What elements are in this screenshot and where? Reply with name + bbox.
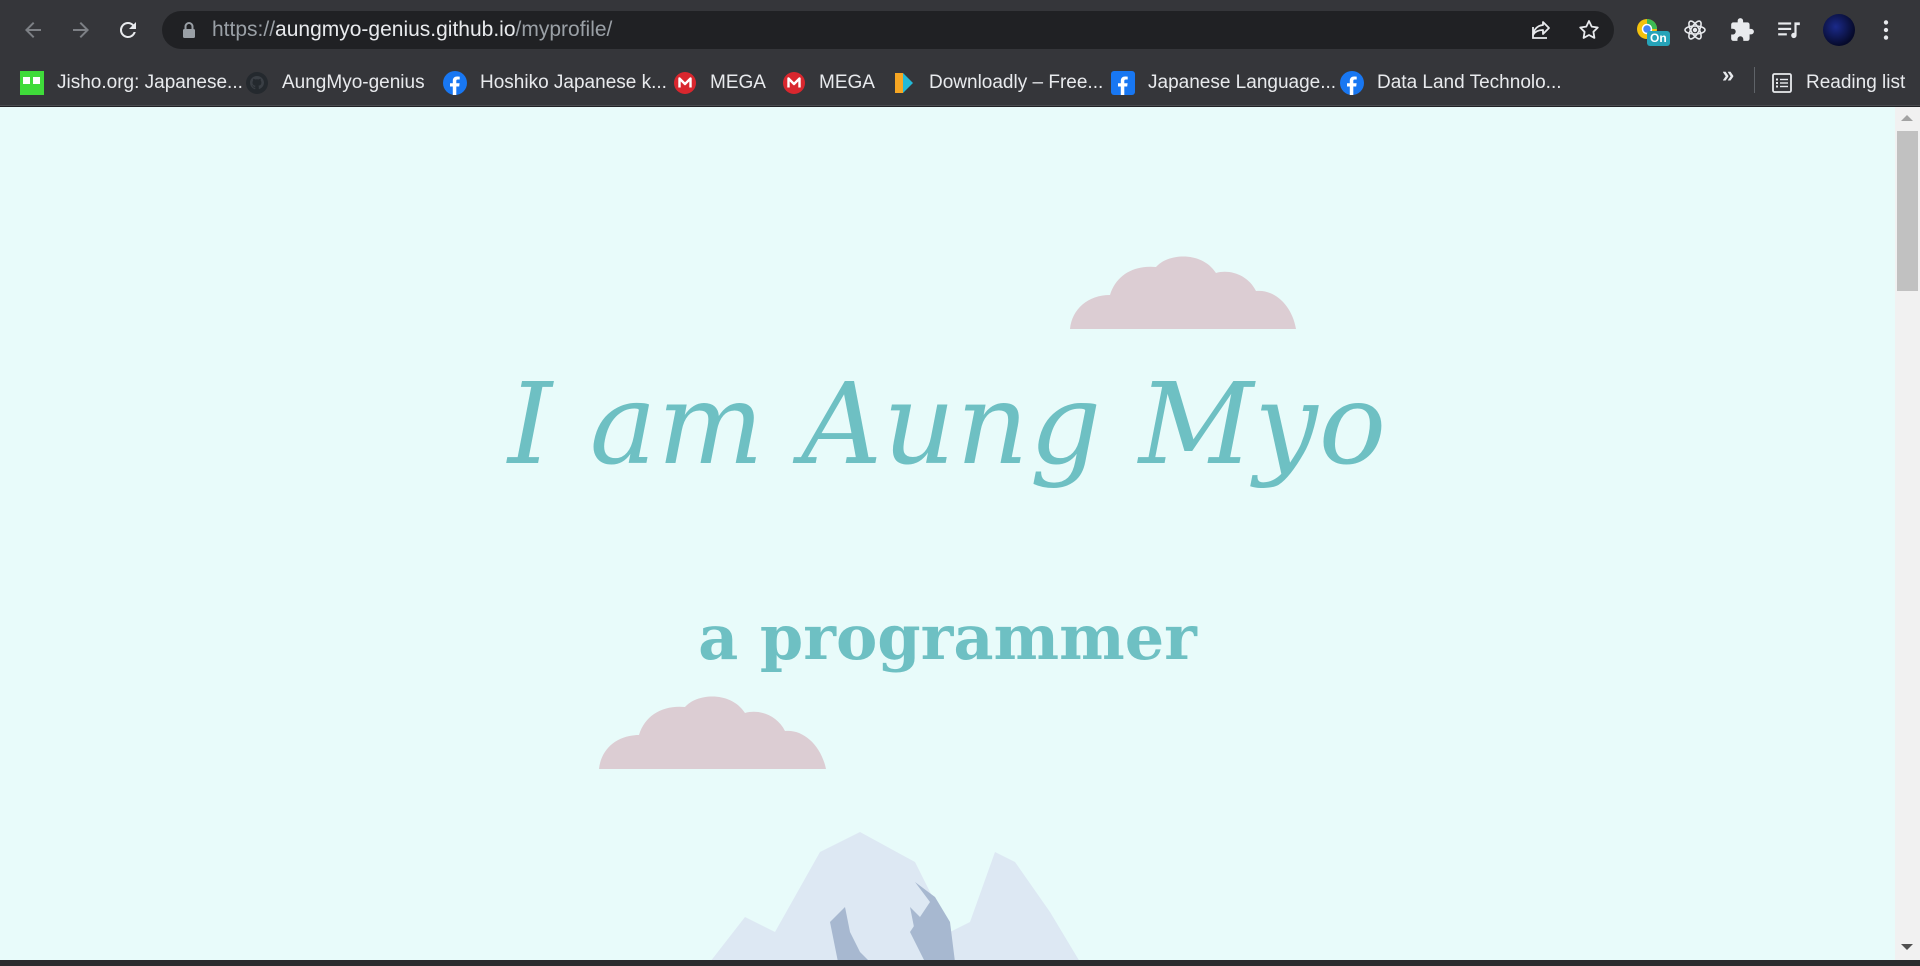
window-bottom-edge — [0, 960, 1920, 966]
more-bookmarks-button[interactable]: » — [1722, 62, 1734, 88]
reload-button[interactable] — [109, 11, 147, 49]
bookmark-mega-2[interactable]: MEGA — [782, 59, 875, 106]
extension-on-button[interactable]: On — [1631, 13, 1670, 47]
bookmark-label: Japanese Language... — [1148, 71, 1337, 93]
playlist-music-icon — [1778, 22, 1800, 39]
facebook-icon — [1111, 70, 1135, 95]
bookmarks-bar: Jisho.org: Japanese... AungMyo-genius Ho… — [0, 59, 1920, 106]
mega-icon — [783, 71, 805, 94]
arrow-left-icon — [25, 22, 41, 38]
bookmark-label: Downloadly – Free... — [929, 71, 1104, 93]
mega-icon — [674, 71, 696, 94]
github-icon — [246, 71, 268, 94]
cloud-bottom-illustration — [599, 696, 826, 769]
facebook-icon — [1340, 70, 1364, 95]
cloud-top-illustration — [1070, 256, 1296, 329]
react-icon — [1684, 20, 1706, 40]
facebook-icon — [443, 70, 467, 95]
page-viewport: I am Aung Myo a programmer — [0, 107, 1895, 960]
jisho-icon — [20, 70, 44, 95]
lock-icon — [183, 22, 195, 38]
back-button[interactable] — [14, 11, 52, 49]
arrow-right-icon — [73, 22, 89, 38]
share-icon[interactable] — [1529, 18, 1553, 42]
downloadly-icon — [895, 72, 913, 93]
bookmark-label: AungMyo-genius — [282, 71, 425, 93]
hero-subheadline: a programmer — [698, 601, 1197, 674]
scroll-down-arrow-icon[interactable] — [1901, 944, 1913, 950]
bookmark-label: Hoshiko Japanese k... — [480, 71, 667, 93]
url-scheme: https:// — [212, 18, 276, 41]
bookmark-japanese-language[interactable]: Japanese Language... — [1111, 59, 1336, 106]
url-path: /myprofile/ — [515, 18, 613, 41]
scroll-up-arrow-icon[interactable] — [1901, 115, 1913, 121]
bookmark-label: MEGA — [819, 71, 875, 93]
reading-list-icon — [1772, 72, 1792, 93]
bookmark-mega-1[interactable]: MEGA — [673, 59, 766, 106]
kebab-menu-icon — [1883, 20, 1889, 40]
puzzle-icon — [1731, 18, 1754, 41]
bookmark-star-icon[interactable] — [1577, 18, 1601, 42]
bookmarks-divider — [1754, 67, 1755, 93]
bookmark-label: Data Land Technolo... — [1377, 71, 1562, 93]
bookmark-github[interactable]: AungMyo-genius — [245, 59, 425, 106]
address-bar[interactable]: https://aungmyo-genius.github.io/myprofi… — [162, 11, 1614, 49]
react-devtools-button[interactable] — [1678, 13, 1712, 47]
url-host: aungmyo-genius.github.io — [275, 18, 516, 41]
mountain-illustration — [711, 832, 1079, 960]
media-control-button[interactable] — [1772, 13, 1806, 47]
reload-icon — [119, 21, 136, 38]
bookmark-label: Jisho.org: Japanese... — [57, 71, 243, 93]
scrollbar-thumb[interactable] — [1897, 131, 1918, 291]
hero-headline: I am Aung Myo — [507, 360, 1388, 490]
forward-button[interactable] — [62, 11, 100, 49]
browser-toolbar: https://aungmyo-genius.github.io/myprofi… — [0, 0, 1920, 59]
extension-on-badge: On — [1647, 31, 1670, 46]
reading-list-label: Reading list — [1806, 71, 1906, 93]
extensions-button[interactable] — [1725, 13, 1759, 47]
browser-menu-button[interactable] — [1869, 13, 1903, 47]
bookmark-hoshiko[interactable]: Hoshiko Japanese k... — [443, 59, 667, 106]
bookmark-downloadly[interactable]: Downloadly – Free... — [892, 59, 1103, 106]
reading-list-button[interactable]: Reading list — [1770, 59, 1905, 106]
bookmark-jisho[interactable]: Jisho.org: Japanese... — [20, 59, 243, 106]
url-text[interactable]: https://aungmyo-genius.github.io/myprofi… — [212, 11, 612, 49]
profile-avatar[interactable] — [1823, 14, 1855, 46]
bookmark-label: MEGA — [710, 71, 766, 93]
bookmark-data-land[interactable]: Data Land Technolo... — [1340, 59, 1562, 106]
